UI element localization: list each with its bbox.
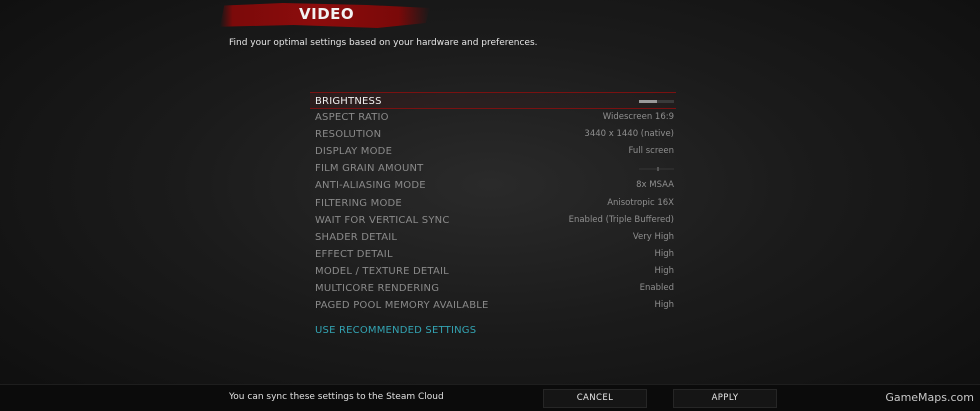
setting-label: FILTERING MODE bbox=[315, 197, 402, 209]
setting-anti-aliasing[interactable]: ANTI-ALIASING MODE 8x MSAA bbox=[310, 177, 676, 194]
settings-list: BRIGHTNESS ASPECT RATIO Widescreen 16:9 … bbox=[310, 92, 676, 314]
setting-label: EFFECT DETAIL bbox=[315, 248, 393, 260]
setting-label: ANTI-ALIASING MODE bbox=[315, 180, 426, 192]
page-subtitle: Find your optimal settings based on your… bbox=[229, 38, 538, 48]
setting-label: WAIT FOR VERTICAL SYNC bbox=[315, 214, 450, 226]
setting-value: Anisotropic 16X bbox=[607, 197, 674, 208]
watermark: GameMaps.com bbox=[885, 391, 974, 404]
setting-display-mode[interactable]: DISPLAY MODE Full screen bbox=[310, 143, 676, 160]
setting-value: Widescreen 16:9 bbox=[602, 112, 674, 123]
setting-model-texture-detail[interactable]: MODEL / TEXTURE DETAIL High bbox=[310, 263, 676, 280]
setting-vsync[interactable]: WAIT FOR VERTICAL SYNC Enabled (Triple B… bbox=[310, 212, 676, 229]
setting-value: Very High bbox=[632, 231, 674, 242]
setting-brightness[interactable]: BRIGHTNESS bbox=[310, 92, 676, 110]
setting-label: DISPLAY MODE bbox=[315, 146, 393, 158]
setting-label: MODEL / TEXTURE DETAIL bbox=[315, 265, 449, 277]
setting-aspect-ratio[interactable]: ASPECT RATIO Widescreen 16:9 bbox=[310, 109, 676, 126]
setting-value: 8x MSAA bbox=[636, 180, 674, 191]
setting-value: Enabled bbox=[639, 283, 674, 294]
setting-label: SHADER DETAIL bbox=[315, 231, 398, 243]
steam-cloud-sync-text: You can sync these settings to the Steam… bbox=[229, 392, 444, 402]
setting-label: RESOLUTION bbox=[315, 129, 382, 141]
setting-label: MULTICORE RENDERING bbox=[315, 283, 440, 295]
setting-label: PAGED POOL MEMORY AVAILABLE bbox=[315, 300, 489, 312]
setting-value: High bbox=[654, 300, 674, 311]
slider-knob[interactable] bbox=[656, 167, 659, 172]
setting-film-grain[interactable]: FILM GRAIN AMOUNT bbox=[310, 160, 676, 177]
setting-value: Full screen bbox=[628, 146, 675, 157]
slider-fill bbox=[639, 100, 657, 103]
setting-label: BRIGHTNESS bbox=[315, 96, 382, 107]
setting-effect-detail[interactable]: EFFECT DETAIL High bbox=[310, 246, 676, 263]
setting-label: ASPECT RATIO bbox=[315, 112, 389, 124]
page-title: VIDEO bbox=[299, 5, 355, 23]
footer-bar: You can sync these settings to the Steam… bbox=[0, 384, 980, 411]
setting-shader-detail[interactable]: SHADER DETAIL Very High bbox=[310, 229, 676, 246]
setting-label: FILM GRAIN AMOUNT bbox=[315, 163, 424, 175]
setting-resolution[interactable]: RESOLUTION 3440 x 1440 (native) bbox=[310, 126, 676, 143]
setting-value: 3440 x 1440 (native) bbox=[584, 129, 674, 140]
setting-multicore-rendering[interactable]: MULTICORE RENDERING Enabled bbox=[310, 280, 676, 297]
use-recommended-settings-link[interactable]: USE RECOMMENDED SETTINGS bbox=[315, 325, 476, 336]
setting-value: Enabled (Triple Buffered) bbox=[568, 214, 674, 225]
setting-paged-pool-memory[interactable]: PAGED POOL MEMORY AVAILABLE High bbox=[310, 297, 676, 314]
brightness-slider[interactable] bbox=[639, 100, 674, 103]
apply-button[interactable]: APPLY bbox=[673, 389, 777, 408]
setting-value: High bbox=[654, 248, 674, 259]
cancel-button[interactable]: CANCEL bbox=[543, 389, 647, 408]
film-grain-slider[interactable] bbox=[639, 167, 674, 172]
setting-value: High bbox=[654, 265, 674, 276]
setting-filtering-mode[interactable]: FILTERING MODE Anisotropic 16X bbox=[310, 195, 676, 212]
